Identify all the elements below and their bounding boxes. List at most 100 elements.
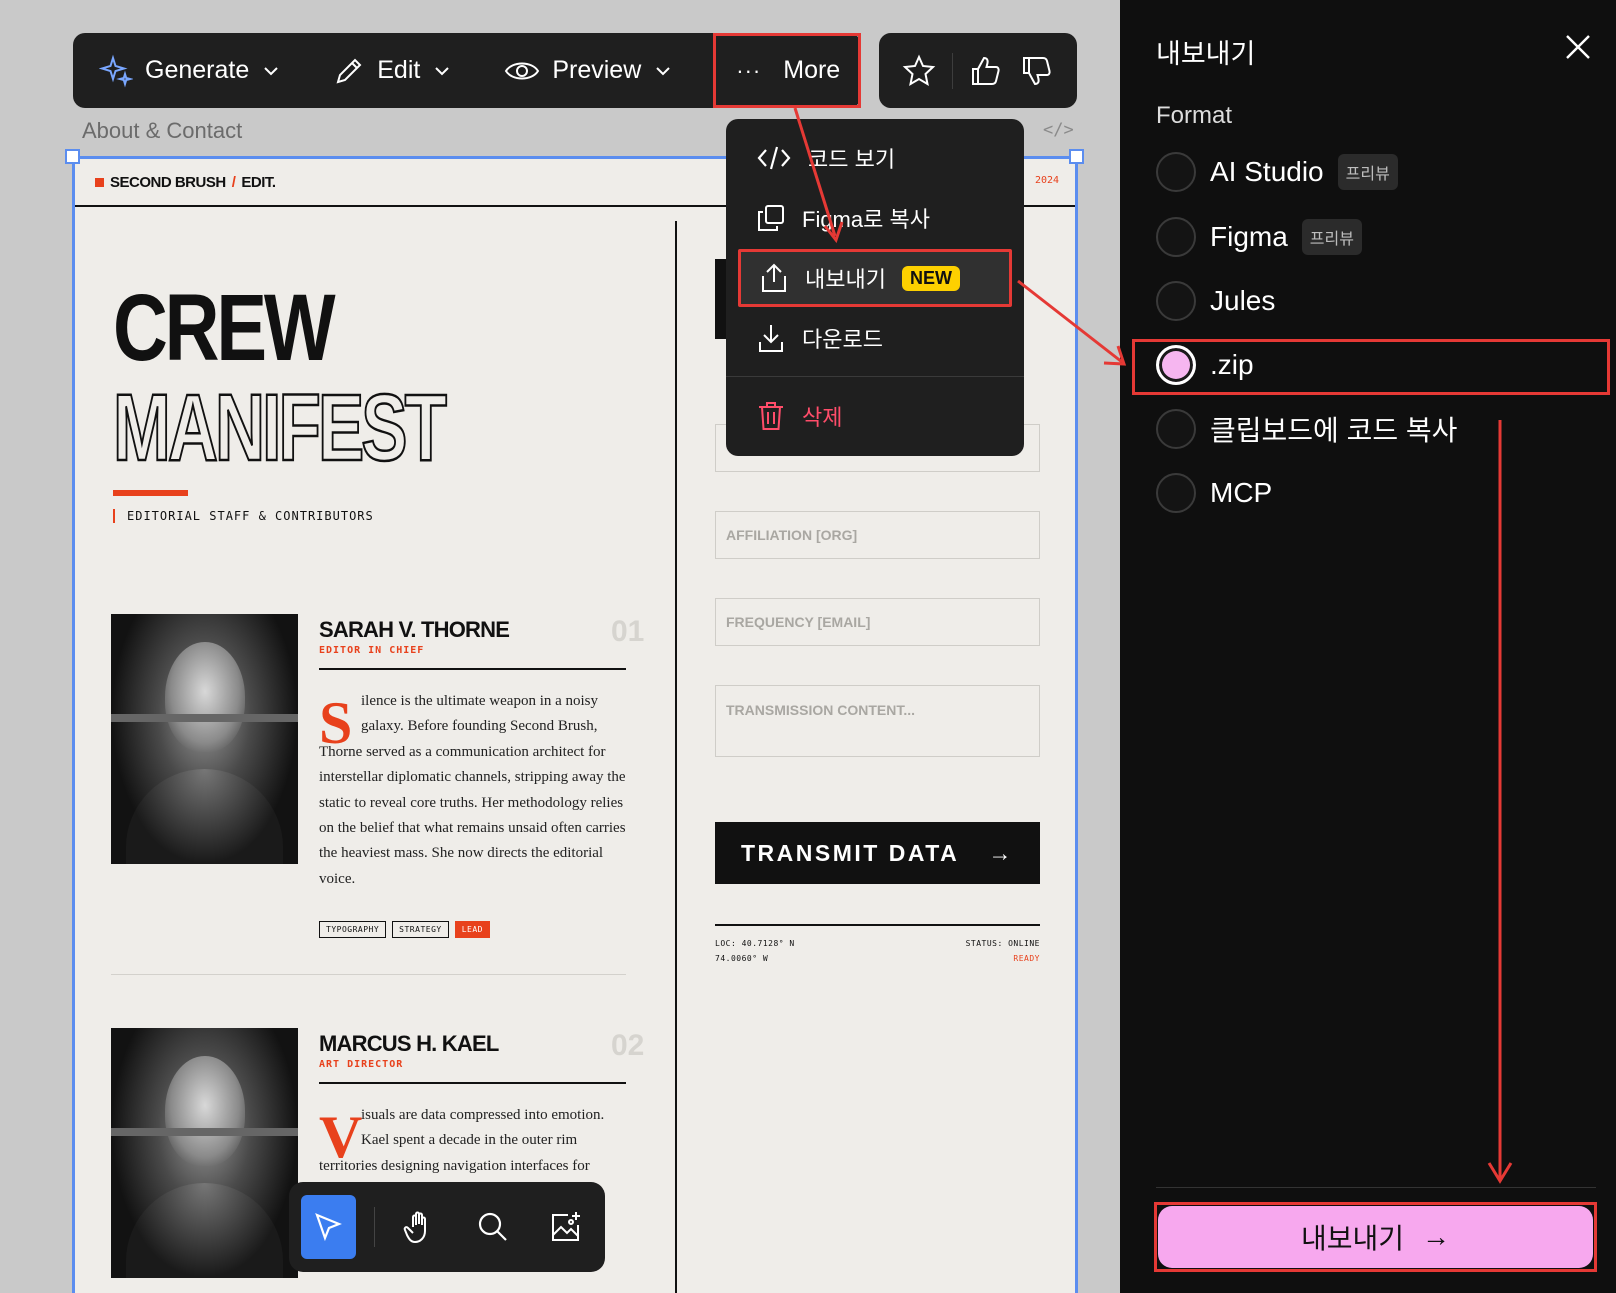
panel-divider: [1156, 1187, 1596, 1188]
edit-button[interactable]: Edit: [307, 33, 478, 108]
member-separator: [111, 974, 626, 975]
arrow-right-icon: →: [988, 839, 1014, 866]
ready-line: READY: [1013, 954, 1040, 963]
breadcrumb: About & Contact: [82, 118, 243, 143]
format-option-clipboard[interactable]: 클립보드에 코드 복사: [1156, 401, 1457, 457]
menu-item-delete[interactable]: 삭제: [738, 387, 1012, 445]
loc-line: LOC: 40.7128° N: [715, 939, 795, 948]
option-label: AI Studio: [1210, 156, 1324, 187]
resize-handle[interactable]: [65, 149, 80, 164]
brand-name: SECOND BRUSH: [110, 174, 226, 191]
add-image-tool[interactable]: [538, 1195, 593, 1259]
option-label: 클립보드에 코드 복사: [1210, 415, 1458, 446]
code-icon: [757, 146, 791, 170]
trash-icon: [759, 402, 783, 430]
hand-icon: [403, 1211, 427, 1244]
tag: TYPOGRAPHY: [319, 921, 387, 938]
transmit-label: TRANSMIT DATA: [741, 839, 960, 866]
tag-list: TYPOGRAPHY STRATEGY LEAD: [319, 919, 496, 938]
member-rule: [319, 1082, 626, 1084]
portrait-image: [111, 614, 298, 864]
code-tag[interactable]: </>: [1043, 120, 1074, 140]
status-rule: [715, 924, 1040, 926]
generate-button[interactable]: Generate: [73, 33, 307, 108]
thumbs-down-icon[interactable]: [1019, 53, 1055, 89]
format-option-figma[interactable]: Figma 프리뷰: [1156, 209, 1362, 265]
thumbs-up-icon[interactable]: [968, 53, 1004, 89]
radio-button[interactable]: [1156, 473, 1196, 513]
page-subtitle: EDITORIAL STAFF & CONTRIBUTORS: [113, 509, 374, 523]
format-option-ai-studio[interactable]: AI Studio 프리뷰: [1156, 144, 1398, 200]
bio-line: galaxy. Before founding Second Brush,: [361, 718, 598, 735]
resize-handle[interactable]: [1069, 149, 1084, 164]
export-panel: 내보내기 Format AI Studio 프리뷰 Figma 프리뷰 Jule…: [1120, 0, 1616, 1293]
close-icon[interactable]: [1563, 32, 1593, 62]
member-rule: [319, 668, 626, 670]
transmit-button[interactable]: TRANSMIT DATA →: [715, 822, 1040, 884]
bio-line: territories designing navigation interfa…: [319, 1157, 590, 1174]
format-option-mcp[interactable]: MCP: [1156, 465, 1272, 521]
menu-item-view-code[interactable]: 코드 보기: [738, 129, 1012, 187]
member-number: 02: [611, 1029, 645, 1062]
menu-item-export[interactable]: 내보내기 NEW: [738, 249, 1012, 307]
search-icon: [478, 1212, 507, 1241]
tool-divider: [373, 1207, 375, 1247]
portrait-image: [111, 1028, 298, 1278]
menu-item-download[interactable]: 다운로드: [738, 309, 1012, 367]
affiliation-field[interactable]: AFFILIATION [ORG]: [715, 511, 1040, 559]
more-label: More: [783, 56, 841, 84]
email-field[interactable]: FREQUENCY [EMAIL]: [715, 598, 1040, 646]
bio-line: Thorne served as a communication archite…: [319, 743, 606, 760]
format-label: Format: [1156, 102, 1233, 129]
cursor-icon: [315, 1213, 343, 1242]
menu-item-label: 내보내기: [805, 267, 886, 292]
site-brand: SECOND BRUSH / EDIT.: [95, 174, 276, 191]
title-line-2: MANIFEST: [112, 375, 448, 481]
brand-suffix: EDIT.: [241, 174, 276, 191]
brand-slash: /: [231, 174, 236, 191]
bio-line: voice.: [319, 870, 356, 887]
annotation-highlight: [1132, 339, 1610, 395]
member-role: ART DIRECTOR: [319, 1059, 404, 1070]
bio-line: the heaviest mass. She now directs the e…: [319, 845, 604, 862]
bio-line: isuals are data compressed into emotion.: [361, 1107, 605, 1123]
hand-tool[interactable]: [393, 1195, 448, 1259]
status-line: STATUS: ONLINE: [965, 939, 1040, 948]
location-readout: LOC: 40.7128° N 74.0060° W: [715, 936, 795, 966]
tag-lead: LEAD: [454, 921, 490, 938]
preview-button[interactable]: Preview: [478, 33, 699, 108]
radio-button[interactable]: [1156, 152, 1196, 192]
star-icon[interactable]: [901, 53, 937, 89]
member-role: EDITOR IN CHIEF: [319, 645, 425, 656]
message-field[interactable]: TRANSMISSION CONTENT...: [715, 685, 1040, 757]
select-tool[interactable]: [301, 1195, 356, 1259]
chevron-down-icon: [656, 66, 670, 75]
member-number: 01: [611, 615, 645, 648]
menu-item-copy-figma[interactable]: Figma로 복사: [738, 189, 1012, 247]
top-toolbar: Generate Edit Preview ··· More: [73, 33, 862, 108]
upload-icon: [762, 263, 786, 292]
pencil-icon: [336, 58, 362, 83]
bio-line: ilence is the ultimate weapon in a noisy: [361, 693, 599, 709]
generate-label: Generate: [145, 56, 250, 84]
bio-line: Kael spent a decade in the outer rim: [361, 1132, 578, 1149]
preview-badge: 프리뷰: [1337, 154, 1398, 190]
panel-title: 내보내기: [1156, 39, 1256, 69]
chevron-down-icon: [264, 66, 278, 75]
more-button[interactable]: ··· More: [713, 33, 862, 108]
preview-label: Preview: [552, 56, 642, 84]
site-year: 2024: [1035, 175, 1060, 186]
bio-line: static to reveal core truths. Her method…: [319, 794, 624, 811]
radio-button[interactable]: [1156, 281, 1196, 321]
more-menu: 코드 보기 Figma로 복사 내보내기 NEW 다운로드 삭제: [726, 119, 1024, 456]
radio-button[interactable]: [1156, 217, 1196, 257]
bio-line: interstellar diplomatic channels, stripp…: [319, 769, 626, 786]
format-option-jules[interactable]: Jules: [1156, 273, 1275, 329]
bio-line: on the belief that what remains unsaid o…: [319, 820, 626, 837]
option-label: Figma: [1210, 221, 1288, 252]
menu-item-label: Figma로 복사: [802, 207, 930, 232]
radio-button[interactable]: [1156, 409, 1196, 449]
zoom-tool[interactable]: [465, 1195, 520, 1259]
column-divider: [675, 221, 677, 1293]
member-name: SARAH V. THORNE: [319, 617, 510, 642]
